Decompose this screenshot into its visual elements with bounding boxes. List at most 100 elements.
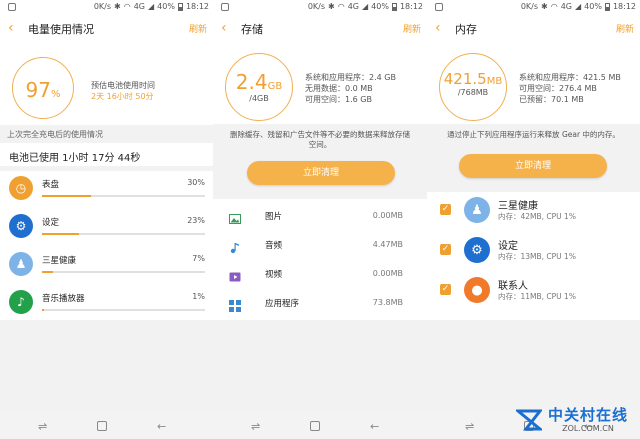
storage-stats: 系统和应用程序：2.4 GB 无用数据：0.0 MB 可用空间：1.6 GB	[305, 72, 396, 105]
recent-apps-icon[interactable]: ⇌	[465, 420, 474, 433]
battery-percent: 40%	[584, 2, 602, 11]
estimate-label: 预估电池使用时间	[91, 81, 155, 90]
memory-ring: 421.5MB /768MB	[439, 53, 507, 121]
clean-now-button[interactable]: 立即清理	[459, 154, 607, 178]
recent-apps-icon[interactable]: ⇌	[251, 420, 260, 433]
usage-bar-fill	[42, 309, 44, 311]
battery-app-row[interactable]: ◷ 表盘 30%	[0, 173, 213, 207]
settings-gear-icon: ⚙	[9, 214, 33, 238]
stat-free: 可用空间：276.4 MB	[519, 84, 597, 93]
bluetooth-icon: ✱	[328, 2, 335, 11]
signal-icon: ◢	[575, 2, 582, 11]
notification-icon	[435, 3, 443, 11]
running-app-row[interactable]: ✓ ● 联系人 内存：11MB, CPU 1%	[427, 273, 640, 313]
page-title: 内存	[455, 23, 477, 36]
page-title: 电量使用情况	[28, 23, 94, 36]
section-header: 上次完全充电后的使用情况	[0, 125, 213, 143]
app-checkbox[interactable]: ✓	[440, 284, 451, 295]
storage-category-row[interactable]: 音频 4.47MB	[213, 232, 427, 261]
app-usage-percent: 7%	[192, 254, 205, 263]
stat-system-apps: 系统和应用程序：2.4 GB	[305, 73, 396, 82]
watermark-cn: 中关村在线	[547, 405, 628, 424]
clock: 18:12	[399, 2, 423, 11]
signal-icon: ◢	[148, 2, 155, 11]
music-note-icon: ♪	[9, 290, 33, 314]
category-name: 视频	[265, 270, 283, 280]
refresh-button[interactable]: 刷新	[403, 22, 421, 35]
usage-bar-fill	[42, 195, 91, 197]
since-charge-label: 上次完全充电后的使用情况	[7, 130, 103, 139]
storage-category-row[interactable]: 应用程序 73.8MB	[213, 290, 427, 319]
app-bar: ‹ 电量使用情况 刷新	[0, 14, 213, 44]
usage-bar	[42, 309, 205, 311]
home-icon[interactable]	[310, 421, 320, 431]
signal-icon: ◢	[362, 2, 369, 11]
memory-used-value: 421.5	[443, 70, 487, 88]
wifi-icon: ◠	[123, 2, 131, 11]
stat-free: 可用空间：1.6 GB	[305, 95, 372, 104]
back-arrow-icon[interactable]: ‹	[8, 20, 14, 36]
network-speed: 0K/s	[520, 2, 539, 11]
battery-used-label: 电池已使用 1小时 17分 44秒	[9, 153, 141, 164]
usage-bar	[42, 271, 205, 273]
apps-grid-icon	[229, 297, 241, 312]
battery-icon	[391, 2, 397, 11]
watchface-icon: ◷	[9, 176, 33, 200]
category-name: 图片	[265, 212, 283, 222]
health-runner-icon: ♟	[9, 252, 33, 276]
nav-back-icon[interactable]: ←	[370, 420, 379, 433]
storage-category-row[interactable]: 图片 0.00MB	[213, 203, 427, 232]
memory-used-unit: MB	[486, 76, 503, 87]
usage-bar	[42, 233, 205, 235]
refresh-button[interactable]: 刷新	[189, 22, 207, 35]
app-name: 音乐播放器	[42, 294, 85, 304]
category-size: 73.8MB	[372, 298, 403, 307]
category-name: 应用程序	[265, 299, 300, 309]
app-checkbox[interactable]: ✓	[440, 244, 451, 255]
battery-app-row[interactable]: ⚙ 设定 23%	[0, 211, 213, 245]
recent-apps-icon[interactable]: ⇌	[38, 420, 47, 433]
home-icon[interactable]	[97, 421, 107, 431]
empty-area	[0, 320, 213, 411]
bluetooth-icon: ✱	[114, 2, 121, 11]
stat-reserved: 已预留：70.1 MB	[519, 95, 584, 104]
navigation-bar: ⇌ ←	[213, 411, 427, 439]
refresh-button[interactable]: 刷新	[616, 22, 634, 35]
network-type: 4G	[133, 2, 145, 11]
category-size: 0.00MB	[372, 269, 403, 278]
app-memory-usage: 内存：13MB, CPU 1%	[498, 252, 576, 261]
back-arrow-icon[interactable]: ‹	[435, 20, 441, 36]
health-runner-icon: ♟	[464, 197, 490, 223]
navigation-bar: ⇌ ←	[0, 411, 213, 439]
app-checkbox[interactable]: ✓	[440, 204, 451, 215]
storage-ring: 2.4GB /4GB	[225, 53, 293, 121]
memory-screen: 0K/s ✱ ◠ 4G ◢ 40% 18:12 ‹ 内存 刷新 421.5MB …	[427, 0, 640, 439]
running-app-row[interactable]: ✓ ⚙ 设定 内存：13MB, CPU 1%	[427, 233, 640, 273]
running-app-row[interactable]: ✓ ♟ 三星健康 内存：42MB, CPU 1%	[427, 193, 640, 233]
app-memory-usage: 内存：11MB, CPU 1%	[498, 292, 576, 301]
audio-note-icon	[229, 239, 241, 254]
app-usage-percent: 1%	[192, 292, 205, 301]
app-usage-percent: 30%	[187, 178, 205, 187]
app-name: 设定	[498, 241, 518, 252]
estimate-value: 2天 16小时 50分	[91, 92, 154, 101]
empty-area	[213, 320, 427, 411]
battery-percent: 40%	[157, 2, 175, 11]
clock: 18:12	[185, 2, 209, 11]
back-arrow-icon[interactable]: ‹	[221, 20, 227, 36]
battery-icon	[177, 2, 183, 11]
battery-app-row[interactable]: ♟ 三星健康 7%	[0, 249, 213, 283]
battery-ring: 97%	[12, 57, 74, 119]
clean-now-button[interactable]: 立即清理	[247, 161, 395, 185]
watermark-en: ZOL.COM.CN	[562, 423, 614, 433]
usage-bar	[42, 195, 205, 197]
app-bar: ‹ 存储 刷新	[213, 14, 427, 44]
storage-category-row[interactable]: 视频 0.00MB	[213, 261, 427, 290]
nav-back-icon[interactable]: ←	[157, 420, 166, 433]
notification-icon	[8, 3, 16, 11]
battery-app-row[interactable]: ♪ 音乐播放器 1%	[0, 287, 213, 321]
storage-total: /4GB	[249, 94, 269, 103]
storage-hint: 删除缓存、残留和广告文件等不必要的数据来释放存储空间。	[230, 130, 410, 149]
battery-percent-value: 97	[25, 78, 51, 102]
app-name: 设定	[42, 218, 60, 228]
